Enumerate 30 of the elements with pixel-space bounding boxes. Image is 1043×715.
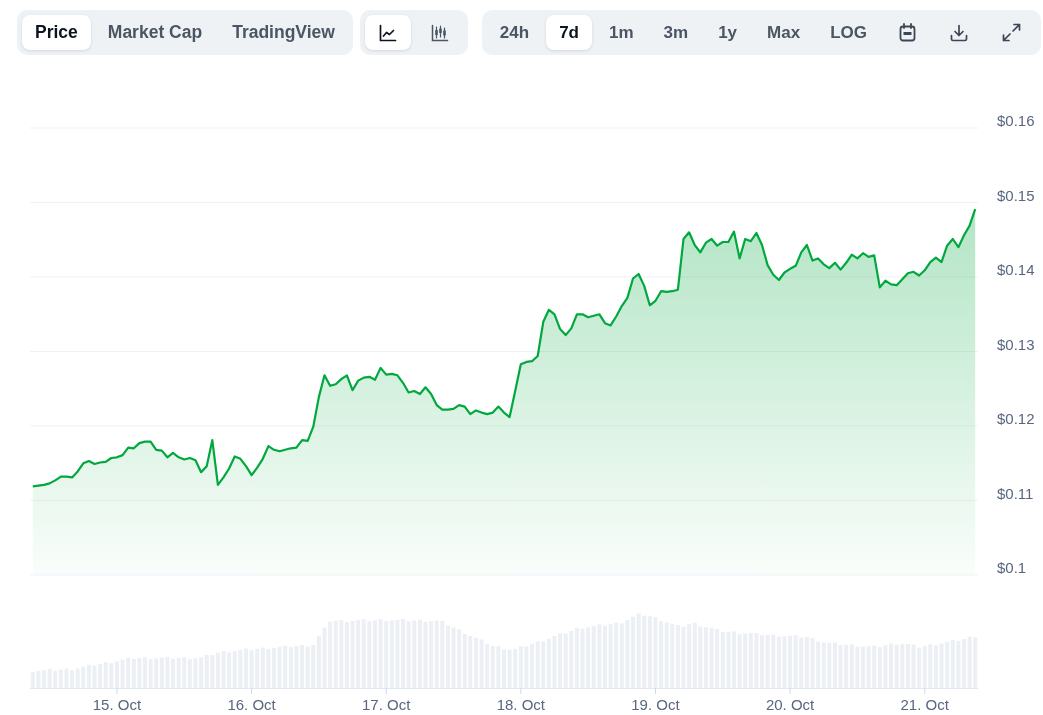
range-tab[interactable]: 1y (705, 15, 751, 50)
date-label: 16. Oct (227, 696, 276, 714)
date-label: 21. Oct (900, 696, 949, 714)
y-tick-label: $0.11 (997, 484, 1034, 503)
date-label: 20. Oct (765, 696, 815, 714)
view-tab[interactable]: Market Cap (94, 15, 216, 50)
y-tick-label: $0.16 (997, 112, 1035, 130)
range-tab[interactable]: 3m (650, 15, 702, 50)
y-tick-label: $0.14 (997, 261, 1035, 279)
view-tab[interactable]: Price (22, 15, 91, 50)
candlestick-chart-icon (430, 23, 449, 42)
view-tab[interactable]: TradingView (219, 15, 348, 50)
expand-icon (1002, 23, 1021, 42)
range-tab[interactable]: 7d (546, 15, 592, 50)
download-icon (950, 23, 968, 42)
y-tick-label: $0.12 (997, 410, 1035, 428)
log-scale-toggle[interactable]: LOG (817, 15, 880, 50)
y-tick-label: $0.13 (997, 335, 1035, 354)
range-tab[interactable]: 24h (486, 15, 543, 50)
y-tick-label: $0.1 (997, 559, 1027, 577)
date-label: 17. Oct (362, 696, 411, 714)
date-label: 19. Oct (631, 696, 680, 714)
line-chart-icon (378, 23, 397, 42)
date-label: 15. Oct (92, 696, 142, 714)
range-tab[interactable]: Max (754, 15, 814, 50)
chart-type-button[interactable] (364, 15, 411, 50)
date-label: 18. Oct (496, 696, 545, 714)
range-tab[interactable]: 1m (596, 15, 647, 50)
calendar-icon (899, 23, 916, 42)
y-tick-label: $0.15 (997, 186, 1035, 205)
